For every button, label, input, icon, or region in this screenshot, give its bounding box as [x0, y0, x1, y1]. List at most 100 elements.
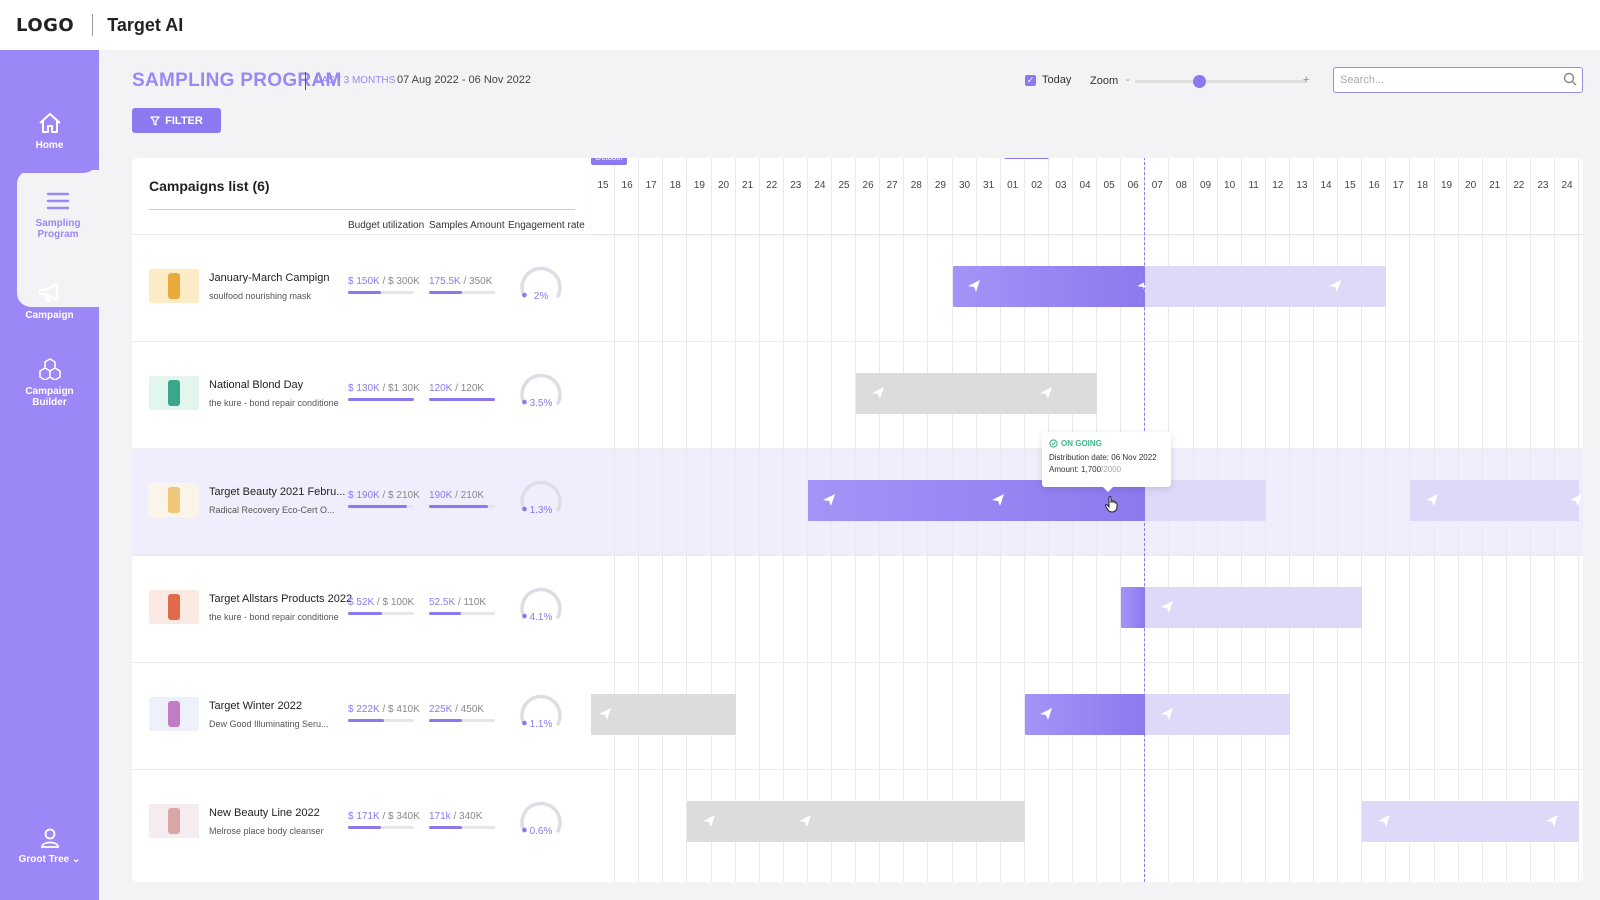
send-icon [1377, 815, 1390, 827]
search-icon[interactable] [1563, 72, 1577, 86]
budget-utilization: $ 52K / $ 100K [348, 597, 414, 608]
user-menu[interactable]: Groot Tree ⌄ [0, 828, 99, 865]
budget-progress-bar [348, 826, 414, 829]
samples-progress-bar [429, 398, 495, 401]
samples-progress-bar [429, 291, 495, 294]
samples-progress-bar [429, 719, 495, 722]
sidebar-item-label: Campaign Builder [25, 386, 74, 408]
column-header-budget: Budget utilization [348, 220, 425, 231]
day-gridline [734, 158, 736, 882]
campaign-bar[interactable] [1145, 694, 1290, 735]
campaign-bar[interactable] [952, 266, 1149, 307]
zoom-in-button[interactable]: + [1303, 74, 1309, 86]
engagement-gauge [520, 801, 562, 833]
samples-amount: 175.5K / 350K [429, 276, 492, 287]
campaign-bar[interactable] [1410, 480, 1583, 521]
budget-progress-fill [348, 291, 381, 294]
campaign-bar[interactable] [856, 373, 1098, 414]
samples-used: 171k [429, 811, 451, 822]
filter-button[interactable]: FILTER [132, 108, 221, 133]
search-input[interactable] [1334, 68, 1554, 91]
samples-used: 190K [429, 490, 453, 501]
campaign-product: the kure - bond repair conditione [209, 398, 339, 408]
zoom-out-button[interactable]: - [1126, 74, 1130, 86]
day-label: 22 [766, 180, 778, 191]
page-title: SAMPLING PROGRAM [132, 70, 342, 91]
sidebar-item-campaign[interactable]: Campaign [0, 282, 99, 321]
campaign-bar[interactable] [591, 694, 736, 735]
date-range-label[interactable]: LAST 3 MONTHS [316, 75, 395, 86]
zoom-slider-thumb[interactable] [1192, 75, 1206, 88]
budget-utilization: $ 130K / $1 30K [348, 383, 420, 394]
campaign-bar[interactable] [1145, 587, 1363, 628]
engagement-gauge [520, 694, 562, 726]
logo[interactable]: LOGO [16, 15, 74, 36]
campaign-name[interactable]: Target Beauty 2021 Febru... [209, 486, 345, 498]
sidebar-item-home[interactable]: Home [0, 112, 99, 151]
send-icon [1040, 708, 1053, 720]
send-icon [1570, 494, 1583, 506]
samples-total: / 120K [452, 383, 485, 394]
samples-amount: 190K / 210K [429, 490, 484, 501]
sidebar-item-campaign-builder[interactable]: Campaign Builder [0, 358, 99, 408]
app-title: Target AI [107, 14, 184, 35]
gantt-timeline[interactable]: 15 16 17 18 19 20 21 22 23 24 25 26 27 28 29 30 31 01 02 03… [591, 158, 1583, 882]
day-label: 22 [1513, 180, 1525, 191]
campaign-bar[interactable] [1024, 694, 1146, 735]
send-icon [1329, 280, 1342, 292]
budget-utilization: $ 190K / $ 210K [348, 490, 420, 501]
zoom-slider-track[interactable] [1135, 80, 1307, 83]
budget-used: $ 222K [348, 704, 380, 715]
campaigns-card: January-March Campign soulfood nourishing… [132, 158, 1583, 882]
samples-progress-bar [429, 505, 495, 508]
product-thumbnail [149, 376, 199, 410]
product-image [168, 594, 180, 620]
budget-total: / $ 340K [379, 811, 420, 822]
campaign-bar[interactable] [1362, 801, 1580, 842]
engagement-value: 1.1% [529, 719, 553, 730]
date-range-value: 07 Aug 2022 - 06 Nov 2022 [397, 74, 531, 86]
campaign-bar[interactable] [1121, 587, 1146, 628]
campaign-product: Melrose place body cleanser [209, 826, 324, 836]
month-label: November [1003, 158, 1049, 159]
campaign-name[interactable]: January-March Campign [209, 272, 329, 284]
zoom-label: Zoom [1090, 75, 1119, 87]
send-icon [799, 815, 812, 827]
top-bar: LOGO Target AI [0, 0, 1600, 50]
column-header-engagement: Engagement rate [508, 220, 585, 231]
campaign-product: the kure - bond repair conditione [209, 612, 339, 622]
campaign-name[interactable]: National Blond Day [209, 379, 303, 391]
samples-total: / 340K [450, 811, 483, 822]
send-icon [1160, 601, 1173, 613]
samples-amount: 171k / 340K [429, 811, 482, 822]
day-label: 11 [1248, 180, 1259, 191]
day-label: 19 [693, 180, 705, 191]
budget-progress-fill [348, 826, 381, 829]
send-icon [871, 387, 884, 399]
samples-total: / 110K [455, 597, 487, 608]
campaign-name[interactable]: Target Allstars Products 2022 [209, 593, 352, 605]
campaign-name[interactable]: New Beauty Line 2022 [209, 807, 320, 819]
search-box[interactable] [1333, 67, 1583, 93]
samples-progress-fill [429, 398, 495, 401]
samples-progress-bar [429, 612, 495, 615]
campaign-product: Radical Recovery Eco-Cert O... [209, 505, 335, 515]
budget-total: / $ 410K [379, 704, 420, 715]
send-icon [1546, 815, 1559, 827]
campaign-product: Dew Good Illuminating Seru... [209, 719, 329, 729]
day-gridline [782, 158, 784, 882]
samples-total: / 350K [460, 276, 493, 287]
campaign-name[interactable]: Target Winter 2022 [209, 700, 302, 712]
today-toggle[interactable]: ✓ Today [1025, 74, 1071, 86]
month-label: October [591, 158, 628, 165]
day-label: 04 [1079, 180, 1091, 191]
day-label: 01 [1007, 180, 1019, 191]
list-divider [149, 209, 575, 210]
samples-progress-fill [429, 826, 462, 829]
campaign-bar[interactable] [687, 801, 1025, 842]
today-checkbox[interactable]: ✓ [1025, 74, 1036, 86]
budget-progress-bar [348, 398, 414, 401]
product-thumbnail [149, 804, 199, 838]
budget-progress-fill [348, 612, 383, 615]
campaign-bar[interactable] [1145, 266, 1387, 307]
